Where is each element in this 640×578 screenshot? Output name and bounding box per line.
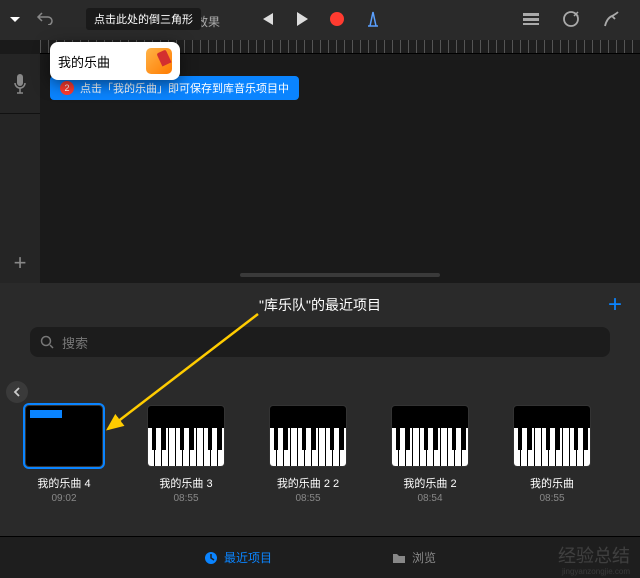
project-time: 08:55 [295, 493, 320, 504]
clock-icon [204, 551, 218, 565]
annotation-triangle: 点击此处的倒三角形 [86, 8, 201, 30]
projects-grid: 我的乐曲 4 09:02 我的乐曲 3 08:55 我的乐曲 2 2 08:55… [0, 365, 640, 504]
project-name: 我的乐曲 2 [403, 475, 456, 491]
garageband-icon [146, 48, 172, 74]
project-thumbnail [391, 405, 469, 467]
project-thumbnail [513, 405, 591, 467]
settings-button[interactable] [602, 10, 620, 33]
project-time: 08:55 [539, 493, 564, 504]
project-thumbnail [25, 405, 103, 467]
project-name: 我的乐曲 2 2 [277, 475, 339, 491]
song-popup-title: 我的乐曲 [58, 52, 110, 71]
track-headers: + [0, 54, 40, 283]
editor-panel: 点击此处的倒三角形 效果 我的乐曲 2 点击「我的乐曲」即可保存到库音乐项目中 … [0, 0, 640, 283]
project-time: 08:54 [417, 493, 442, 504]
undo-button[interactable] [36, 11, 54, 30]
browser-title: "库乐队"的最近项目 [259, 295, 381, 315]
search-placeholder: 搜索 [62, 333, 88, 352]
loop-browser-button[interactable] [562, 10, 580, 33]
menu-triangle-button[interactable] [8, 13, 22, 27]
play-button[interactable] [295, 11, 309, 27]
project-item[interactable]: 我的乐曲 3 08:55 [142, 405, 230, 504]
search-icon [40, 335, 54, 349]
search-input[interactable]: 搜索 [30, 327, 610, 357]
project-item[interactable]: 我的乐曲 2 08:54 [386, 405, 474, 504]
project-name: 我的乐曲 4 [37, 475, 90, 491]
folder-icon [392, 552, 406, 564]
tab-recent[interactable]: 最近项目 [204, 549, 272, 566]
project-name: 我的乐曲 [530, 475, 574, 491]
song-popup[interactable]: 我的乐曲 [50, 42, 180, 80]
record-button[interactable] [329, 11, 345, 27]
project-time: 08:55 [173, 493, 198, 504]
project-item[interactable]: 我的乐曲 2 2 08:55 [264, 405, 352, 504]
browser-tabs: 最近项目 浏览 [0, 536, 640, 578]
project-thumbnail [147, 405, 225, 467]
scrollbar[interactable] [240, 273, 440, 277]
project-name: 我的乐曲 3 [159, 475, 212, 491]
add-project-button[interactable]: + [608, 291, 622, 319]
metronome-button[interactable] [365, 10, 381, 28]
add-track-button[interactable]: + [0, 243, 40, 283]
playback-controls [259, 10, 381, 28]
mic-track-header[interactable] [0, 54, 40, 114]
annotation-badge: 2 [60, 81, 74, 95]
project-thumbnail [269, 405, 347, 467]
tracks-view-button[interactable] [522, 12, 540, 31]
browser-panel: "库乐队"的最近项目 + 搜索 我的乐曲 4 09:02 我的乐曲 3 08:5… [0, 283, 640, 578]
project-item[interactable]: 我的乐曲 4 09:02 [20, 405, 108, 504]
project-item[interactable]: 我的乐曲 08:55 [508, 405, 596, 504]
project-time: 09:02 [51, 493, 76, 504]
toolbar: 点击此处的倒三角形 效果 [0, 0, 640, 40]
tab-browse[interactable]: 浏览 [392, 549, 436, 566]
rewind-button[interactable] [259, 12, 275, 26]
